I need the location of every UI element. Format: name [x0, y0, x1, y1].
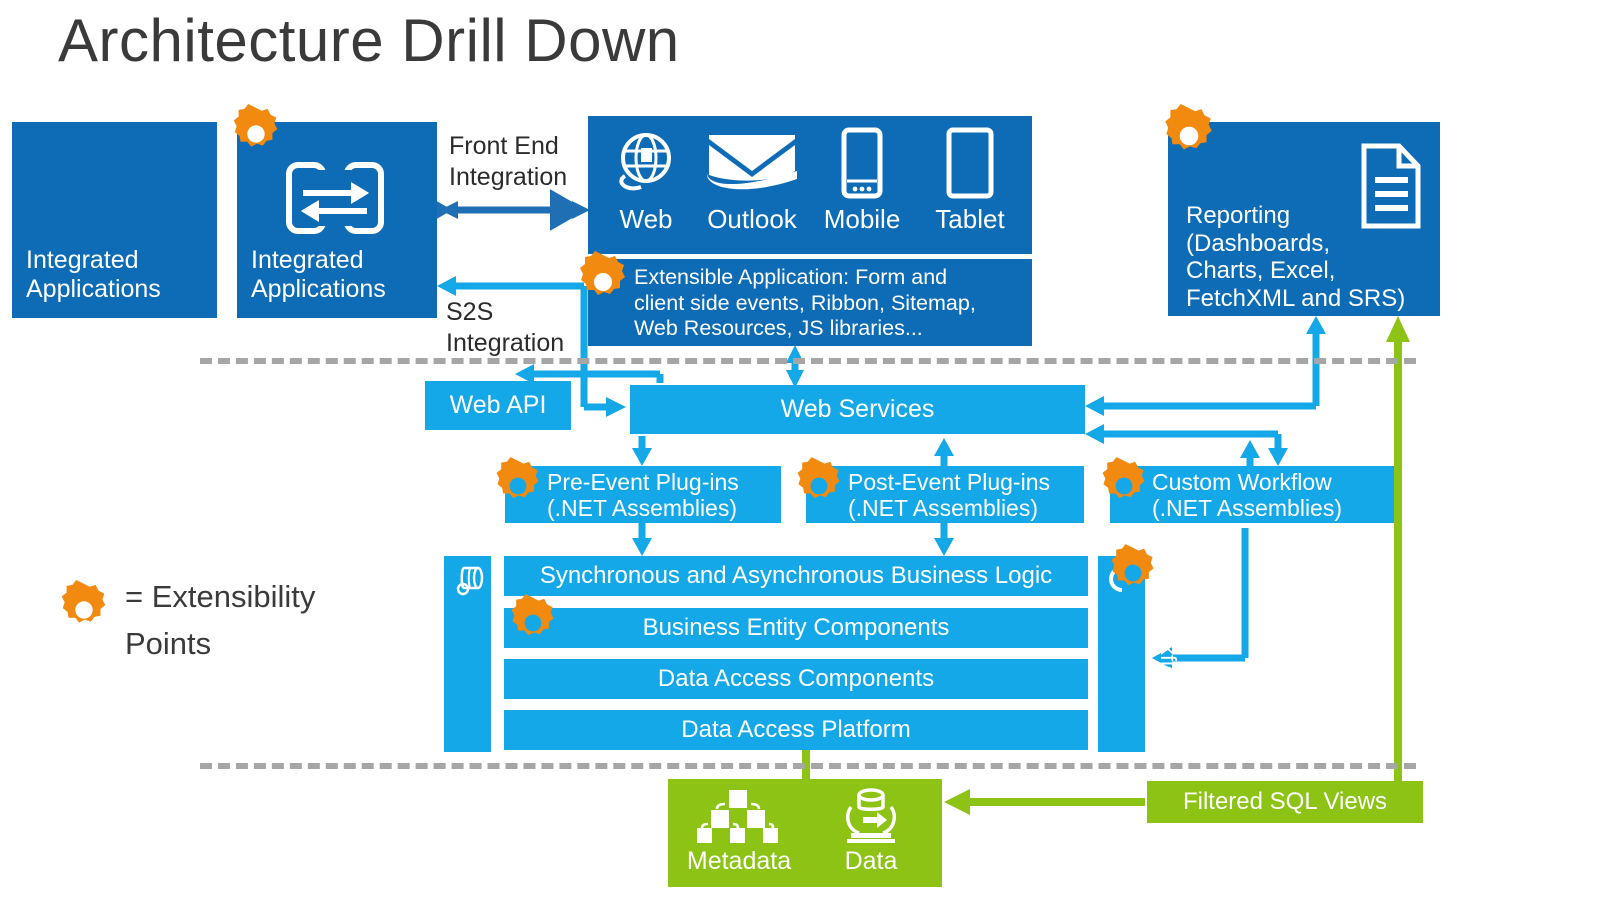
web-services-label: Web Services [780, 395, 935, 423]
gear-icon [580, 251, 625, 295]
pre-event-to-stack-arrow [632, 523, 652, 556]
data-store-box[interactable]: Metadata Data [668, 779, 942, 887]
gear-icon [1165, 103, 1212, 150]
client-web[interactable]: Web [594, 124, 698, 248]
custom-workflow-label: Custom Workflow (.NET Assemblies) [1152, 468, 1343, 521]
extensible-application-label: Extensible Application: Form and client … [634, 265, 976, 340]
webservices-to-pre-event-arrow [632, 436, 652, 466]
reporting-label: Reporting (Dashboards, Charts, Excel, Fe… [1186, 202, 1406, 312]
client-label: Outlook [707, 204, 797, 234]
client-label: Mobile [823, 204, 901, 234]
legend-label: = Extensibility Points [125, 579, 316, 661]
web-api-label: Web API [449, 391, 547, 419]
integrated-applications-sync-label: Integrated Applications [251, 246, 386, 303]
client-apps-box[interactable]: Web Outlook Mobile Tablet [588, 116, 1032, 254]
page-title: Architecture Drill Down [58, 7, 680, 74]
diagram-canvas: Architecture Drill Down Integrated Appli… [0, 0, 1600, 908]
filtered-sql-to-reporting-arrow [1386, 316, 1410, 781]
stack-row-label: Data Access Platform [681, 716, 911, 743]
integrated-applications-box[interactable]: Integrated Applications [12, 122, 217, 318]
database-security-icon [456, 566, 484, 596]
web-services-box[interactable]: Web Services [630, 385, 1085, 434]
security-bar[interactable]: Security [444, 556, 528, 752]
envelope-icon [700, 124, 804, 202]
s2s-integration-label: S2S Integration [446, 298, 565, 357]
front-end-integration-arrow [415, 189, 590, 231]
legend: = Extensibility Points [55, 573, 315, 667]
client-label: Web [619, 204, 673, 234]
integrated-applications-label: Integrated Applications [26, 246, 161, 303]
globe-icon [594, 124, 698, 202]
post-event-plugins-box[interactable]: Post-Event Plug-ins (.NET Assemblies) [806, 466, 1084, 523]
gear-icon [496, 457, 539, 499]
reporting-to-webservices-arrow [1085, 316, 1326, 416]
database-import-icon [808, 785, 934, 847]
front-end-integration-label: Front End Integration [449, 132, 568, 191]
data-store-label: Data [844, 847, 898, 875]
client-tablet[interactable]: Tablet [918, 124, 1022, 248]
stack-row-label: Data Access Components [657, 665, 935, 692]
client-outlook[interactable]: Outlook [700, 124, 804, 248]
extensible-application-box[interactable]: Extensible Application: Form and client … [588, 259, 1032, 346]
stack-row[interactable]: Data Access Components [504, 659, 1088, 699]
post-event-plugins-label: Post-Event Plug-ins (.NET Assemblies) [848, 468, 1050, 521]
sync-exchange-icon [286, 162, 384, 234]
tablet-icon [918, 124, 1022, 202]
client-label: Tablet [935, 204, 1005, 234]
stack-row-label: Business Entity Components [642, 614, 950, 641]
stack-row[interactable]: Synchronous and Asynchronous Business Lo… [504, 556, 1088, 596]
divider-platform-bottom [200, 763, 1416, 769]
stack-row[interactable]: Business Entity Components [504, 608, 1088, 648]
divider-platform-top [200, 358, 1416, 364]
data-store-label: Metadata [686, 847, 792, 875]
client-mobile[interactable]: Mobile [810, 124, 914, 248]
gear-icon [1102, 457, 1145, 499]
web-api-box[interactable]: Web API [425, 381, 571, 430]
filtered-sql-views-box[interactable]: Filtered SQL Views [1147, 781, 1423, 823]
gear-icon [511, 594, 554, 636]
metadata-cell[interactable]: Metadata [676, 785, 802, 875]
pre-event-plugins-label: Pre-Event Plug-ins (.NET Assemblies) [547, 468, 739, 521]
workflow-label: Workflow [1156, 604, 1182, 695]
data-cell[interactable]: Data [808, 785, 934, 875]
stack-to-post-event-arrow [934, 523, 954, 556]
stack-row[interactable]: Data Access Platform [504, 710, 1088, 750]
filtered-sql-views-label: Filtered SQL Views [1182, 788, 1388, 815]
gear-icon [1111, 544, 1154, 586]
phone-icon [810, 124, 914, 202]
gear-icon [61, 580, 106, 623]
filtered-sql-to-datastore-arrow [944, 789, 1145, 815]
gear-icon [797, 457, 840, 499]
app-webservices-arrow [786, 345, 804, 388]
pre-event-plugins-box[interactable]: Pre-Event Plug-ins (.NET Assemblies) [505, 466, 781, 523]
stack-row-label: Synchronous and Asynchronous Business Lo… [539, 562, 1053, 589]
gear-icon [233, 104, 278, 147]
custom-workflow-box[interactable]: Custom Workflow (.NET Assemblies) [1110, 466, 1394, 523]
metadata-network-icon [676, 785, 802, 847]
